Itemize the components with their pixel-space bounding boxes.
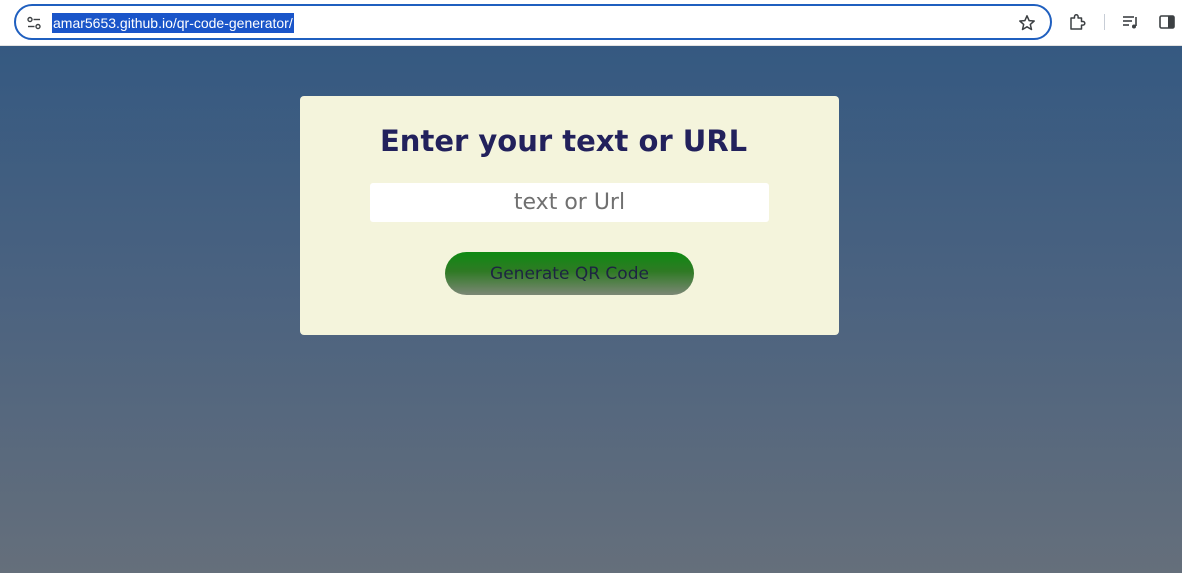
url-text[interactable]: amar5653.github.io/qr-code-generator/: [52, 13, 294, 33]
text-or-url-input[interactable]: [370, 183, 769, 222]
address-bar[interactable]: amar5653.github.io/qr-code-generator/: [14, 4, 1052, 40]
qr-generator-card: Enter your text or URL Generate QR Code: [300, 96, 839, 335]
card-heading: Enter your text or URL: [380, 124, 748, 158]
bookmark-star-icon[interactable]: [1018, 14, 1036, 32]
extensions-icon[interactable]: [1067, 12, 1087, 32]
site-info-icon[interactable]: [26, 15, 42, 31]
toolbar-divider: [1104, 14, 1105, 30]
side-panel-icon[interactable]: [1157, 12, 1177, 32]
generate-qr-code-button[interactable]: Generate QR Code: [445, 252, 694, 295]
browser-toolbar: amar5653.github.io/qr-code-generator/: [0, 0, 1182, 46]
media-controls-icon[interactable]: [1121, 12, 1141, 32]
page-background: Enter your text or URL Generate QR Code: [0, 46, 1182, 573]
